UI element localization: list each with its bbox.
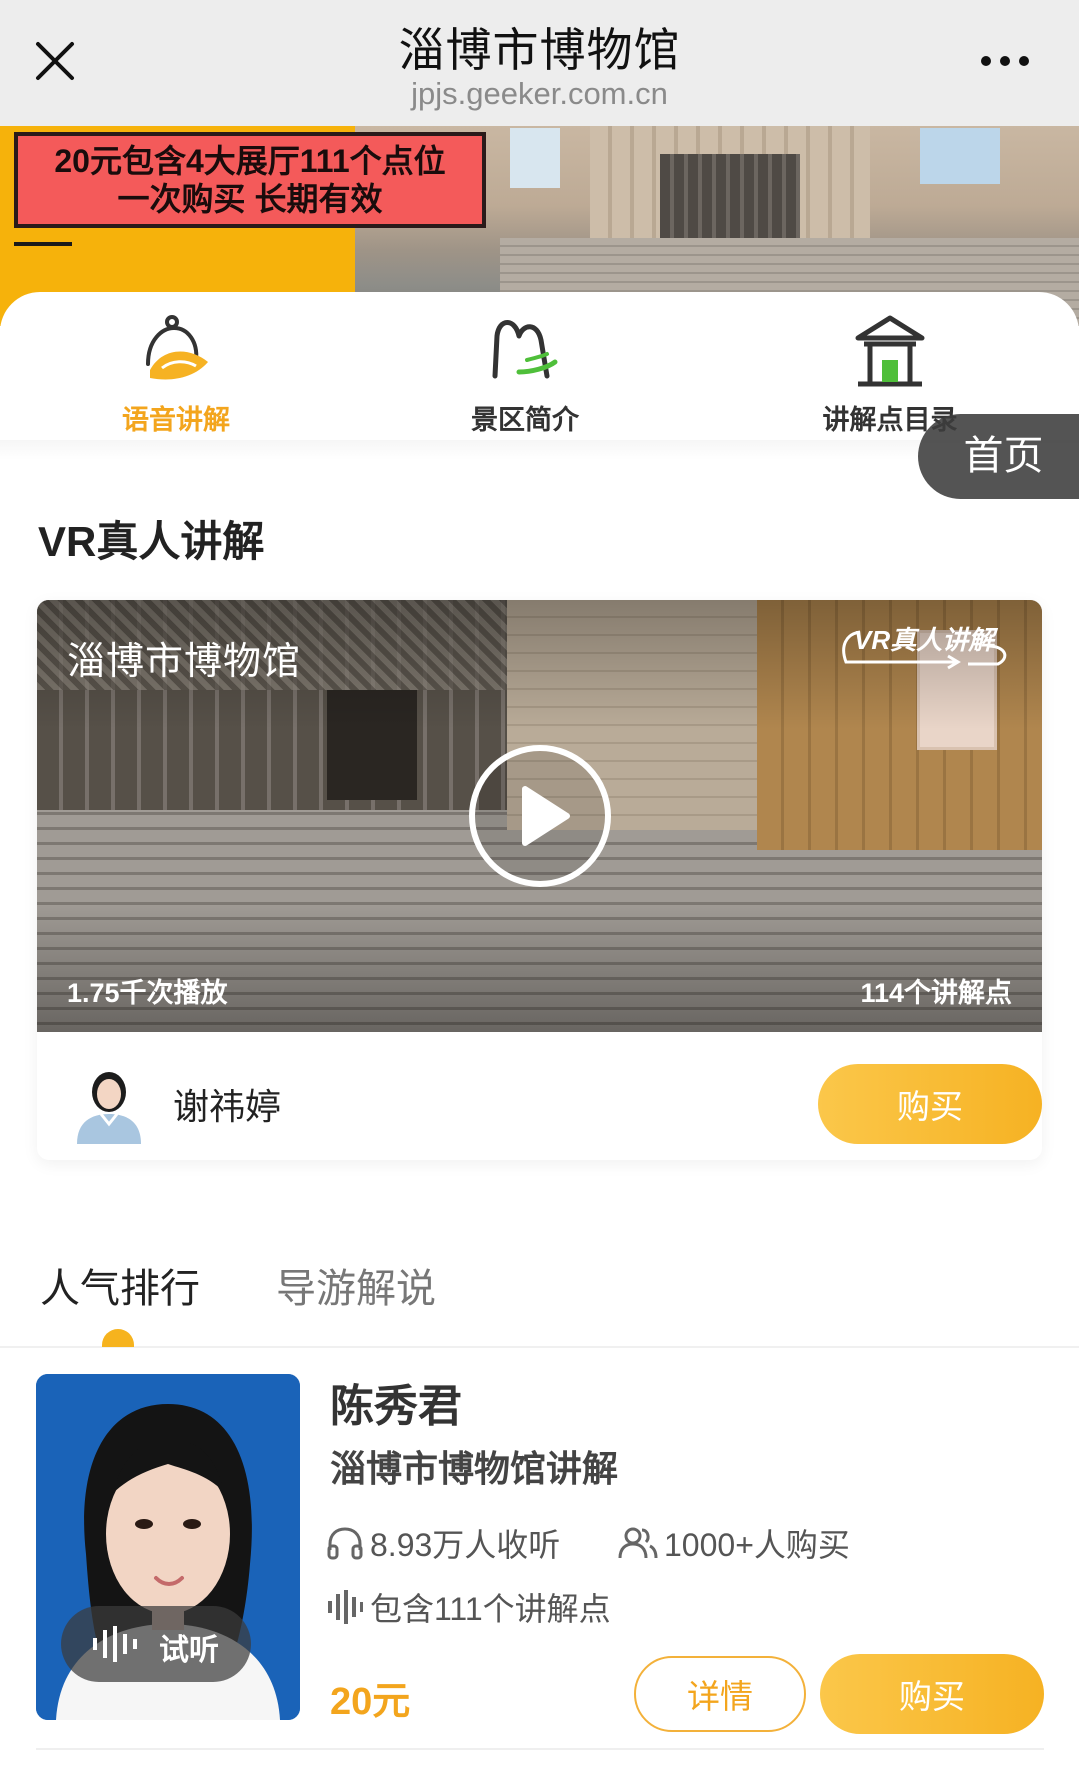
vr-badge: VR真人讲解	[838, 618, 1018, 678]
vr-badge-label: VR真人讲解	[854, 625, 995, 655]
buyer-count-text: 1000+人购买	[664, 1527, 850, 1563]
nav-label: 景区简介	[471, 405, 579, 435]
home-floating-button[interactable]: 首页	[918, 414, 1079, 499]
vr-video-player[interactable]: 淄博市博物馆 VR真人讲解 1.75千次播放 114个讲解点	[37, 600, 1042, 1032]
pavilion-icon	[855, 315, 925, 387]
vr-section-title: VR真人讲解	[38, 518, 265, 565]
guide-name: 陈秀君	[330, 1382, 462, 1431]
museum-doorway	[660, 154, 800, 249]
vr-guide-row: 谢祎婷 购买	[37, 1032, 1042, 1160]
point-total: 包含111个讲解点	[326, 1584, 611, 1630]
sound-wave-icon	[328, 1590, 363, 1624]
promo-divider	[14, 242, 72, 246]
play-count: 1.75千次播放	[67, 978, 228, 1008]
sound-wave-icon	[93, 1626, 137, 1662]
active-tab-indicator	[102, 1329, 134, 1347]
ranking-tabs: 人气排行 导游解说	[0, 1256, 1079, 1348]
page-url: jpjs.geeker.com.cn	[411, 76, 668, 111]
feature-nav: 语音讲解 景区简介 讲解点目录	[0, 292, 1079, 462]
guide-photo[interactable]: 试听	[36, 1374, 300, 1720]
listen-count: 8.93万人收听	[326, 1520, 560, 1566]
promo-line-1: 20元包含4大展厅111个点位	[54, 143, 446, 179]
trial-listen-button[interactable]: 试听	[61, 1606, 251, 1682]
audio-guide-icon	[146, 315, 208, 380]
promo-label: 20元包含4大展厅111个点位 一次购买 长期有效	[14, 132, 486, 228]
museum-sign	[510, 128, 560, 188]
vr-card: 淄博市博物馆 VR真人讲解 1.75千次播放 114个讲解点 谢祎婷 购买	[37, 600, 1042, 1160]
vr-guide-name: 谢祎婷	[173, 1086, 282, 1127]
buyer-count: 1000+人购买	[618, 1520, 850, 1566]
point-count: 114个讲解点	[860, 978, 1012, 1008]
headphones-icon	[327, 1527, 363, 1560]
nav-item-scenic-intro[interactable]: 景区简介	[425, 312, 625, 437]
guide-list-item[interactable]: 试听 陈秀君 淄博市博物馆讲解 8.93万人收听 1000+人购买 包含111个…	[0, 1370, 1079, 1750]
users-icon	[618, 1527, 658, 1559]
guide-buy-button[interactable]: 购买	[820, 1654, 1044, 1734]
video-title: 淄博市博物馆	[67, 641, 302, 683]
list-divider	[36, 1748, 1044, 1750]
detail-button[interactable]: 详情	[634, 1656, 806, 1732]
trial-listen-label: 试听	[159, 1634, 219, 1667]
point-total-text: 包含111个讲解点	[370, 1591, 611, 1627]
tab-popular[interactable]: 人气排行	[40, 1256, 200, 1314]
tab-tour-guide[interactable]: 导游解说	[276, 1256, 436, 1314]
top-bar: 淄博市博物馆 jpjs.geeker.com.cn	[0, 0, 1079, 126]
promo-line-2: 一次购买 长期有效	[117, 181, 383, 217]
museum-sign	[920, 128, 1000, 184]
play-icon[interactable]	[467, 743, 613, 889]
nav-label: 语音讲解	[122, 405, 230, 435]
scenic-intro-icon	[492, 320, 558, 379]
listen-count-text: 8.93万人收听	[370, 1527, 561, 1563]
page-title: 淄博市博物馆	[398, 24, 681, 76]
nav-item-audio-guide[interactable]: 语音讲解	[76, 312, 276, 437]
more-options-icon[interactable]	[981, 56, 1029, 66]
guide-avatar[interactable]	[73, 1062, 145, 1144]
vr-buy-button[interactable]: 购买	[818, 1064, 1042, 1144]
guide-price: 20元	[330, 1681, 411, 1723]
guide-subtitle: 淄博市博物馆讲解	[330, 1448, 619, 1489]
